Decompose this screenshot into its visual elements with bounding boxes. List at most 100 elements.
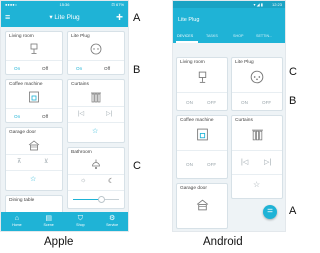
plug-icon — [68, 42, 124, 60]
on-button[interactable]: ON — [186, 100, 193, 105]
card-divider — [232, 92, 282, 93]
device-card-lite-plug[interactable]: Lite Plug ON OFF — [231, 57, 283, 111]
tab-tasks[interactable]: TASKS — [206, 34, 218, 38]
moon-icon[interactable]: ☾ — [108, 177, 114, 185]
tab-devices[interactable]: DEVICES — [177, 34, 193, 38]
card-divider — [6, 154, 62, 155]
annotation-c-android: C — [289, 66, 297, 78]
device-card-title: Dining table — [9, 198, 35, 203]
on-button[interactable]: ON — [186, 162, 193, 167]
active-tab-indicator — [176, 41, 198, 43]
device-card-title: Lite Plug — [235, 60, 254, 65]
device-card-title: Lite Plug — [71, 34, 90, 39]
tab-label: Shop — [76, 223, 85, 227]
apple-phone-screen: ●●●●○ 15:36 ⊡ 67% ≡ ▾ Lite Plug + Living… — [0, 0, 129, 232]
annotation-c-apple: C — [133, 160, 141, 172]
card-divider — [68, 122, 124, 123]
android-status-bar: ▾ ◢ ▮ 12:23 — [173, 1, 285, 8]
apple-status-bar: ●●●●○ 15:36 ⊡ 67% — [1, 1, 128, 9]
curtains-icon — [232, 128, 282, 146]
off-button[interactable]: Off — [104, 66, 110, 71]
device-card-title: Curtains — [71, 82, 89, 87]
tab-label: Service — [106, 223, 119, 227]
device-card-bathroom[interactable]: Bathroom ☼ ☾ — [67, 147, 125, 209]
tab-scene[interactable]: ▤ Scene — [33, 214, 65, 227]
favorite-star-icon[interactable]: ☆ — [253, 180, 260, 189]
card-divider — [68, 174, 124, 175]
off-button[interactable]: OFF — [207, 100, 216, 105]
garage-down-button[interactable]: ⊻ — [44, 158, 48, 165]
garage-icon — [177, 198, 227, 216]
device-card-title: Coffee machine — [9, 82, 43, 87]
device-card-coffee-machine[interactable]: Coffee machine ON OFF — [176, 115, 228, 179]
annotation-b-android: B — [289, 95, 297, 107]
apple-tab-bar: ⌂ Home ▤ Scene ⛉ Shop ⚙ Service — [1, 212, 128, 231]
on-button[interactable]: On — [14, 114, 20, 119]
on-button[interactable]: ON — [241, 100, 248, 105]
tab-shop[interactable]: SHOP — [233, 34, 243, 38]
slider-fill — [73, 199, 101, 200]
off-button[interactable]: Off — [42, 66, 48, 71]
tab-shop[interactable]: ⛉ Shop — [65, 214, 97, 227]
card-divider — [177, 150, 227, 151]
card-divider — [177, 92, 227, 93]
tab-home[interactable]: ⌂ Home — [1, 214, 33, 227]
apple-nav-bar: ≡ ▾ Lite Plug + — [1, 9, 128, 27]
slider-knob[interactable] — [98, 196, 105, 203]
curtain-close-button[interactable]: ▷| — [264, 158, 271, 166]
curtain-open-button[interactable]: |◁ — [78, 110, 84, 117]
off-button[interactable]: OFF — [207, 162, 216, 167]
favorite-star-icon[interactable]: ☆ — [30, 175, 36, 183]
off-button[interactable]: OFF — [262, 100, 271, 105]
device-card-garage-door[interactable]: Garage door ⊼ ⊻ ☆ — [5, 127, 63, 191]
device-card-curtains[interactable]: Curtains |◁ ▷| ☆ — [231, 115, 283, 199]
cart-icon: ⛉ — [77, 215, 83, 222]
curtain-open-button[interactable]: |◁ — [241, 158, 248, 166]
tab-label: Scene — [43, 223, 54, 227]
device-card-title: Garage door — [180, 186, 207, 191]
tab-settings[interactable]: SETTIN... — [256, 34, 272, 38]
caption-android: Android — [203, 236, 243, 248]
device-card-lite-plug[interactable]: Lite Plug On Off — [67, 31, 125, 75]
annotation-b-apple: B — [133, 64, 141, 76]
lamp-icon — [6, 42, 62, 60]
device-card-living-room[interactable]: Living room On Off — [5, 31, 63, 75]
card-divider — [68, 60, 124, 61]
add-device-fab[interactable]: = — [263, 205, 277, 219]
app-bar-title: Lite Plug — [178, 17, 200, 23]
device-card-garage-door[interactable]: Garage door — [176, 183, 228, 229]
card-divider — [232, 150, 282, 151]
room-selector-title[interactable]: ▾ Lite Plug — [1, 13, 128, 21]
device-card-title: Garage door — [9, 130, 36, 135]
android-app-bar: Lite Plug — [173, 8, 285, 32]
sun-icon[interactable]: ☼ — [80, 177, 86, 184]
card-divider — [232, 174, 282, 175]
android-phone-screen: ▾ ◢ ▮ 12:23 Lite Plug DEVICES TASKS SHOP… — [172, 0, 286, 232]
signal-indicator: ▾ ◢ ▮ — [253, 2, 263, 7]
add-device-button[interactable]: + — [116, 10, 123, 24]
device-card-coffee-machine[interactable]: Coffee machine On Off — [5, 79, 63, 123]
device-card-title: Living room — [9, 34, 34, 39]
scene-icon: ▤ — [45, 215, 52, 222]
favorite-star-icon[interactable]: ☆ — [92, 127, 98, 135]
status-time: 15:36 — [59, 2, 70, 7]
garage-up-button[interactable]: ⊼ — [17, 158, 21, 165]
home-icon: ⌂ — [14, 215, 19, 222]
card-divider — [6, 60, 62, 61]
curtain-close-button[interactable]: ▷| — [106, 110, 112, 117]
device-card-living-room[interactable]: Living room ON OFF — [176, 57, 228, 111]
device-card-curtains[interactable]: Curtains |◁ ▷| ☆ — [67, 79, 125, 143]
lamp-icon — [177, 71, 227, 89]
battery-indicator: ⊡ 67% — [111, 2, 124, 7]
tab-service[interactable]: ⚙ Service — [96, 214, 128, 227]
gear-icon: ⚙ — [108, 215, 116, 222]
annotation-a-android: A — [289, 205, 297, 217]
device-card-title: Curtains — [235, 118, 253, 123]
card-divider — [68, 190, 124, 191]
tab-label: Home — [12, 223, 22, 227]
caption-apple: Apple — [44, 236, 74, 248]
device-card-title: Bathroom — [71, 150, 92, 155]
on-button[interactable]: On — [76, 66, 82, 71]
off-button[interactable]: Off — [42, 114, 48, 119]
on-button[interactable]: On — [14, 66, 20, 71]
